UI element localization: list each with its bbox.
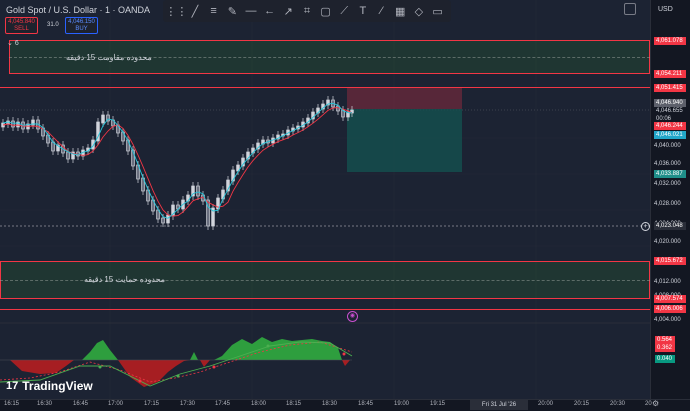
time-tick-label: 16:15 bbox=[4, 401, 20, 407]
tradingview-logo[interactable]: 17 TradingView bbox=[6, 379, 93, 393]
lock-icon[interactable]: ▭ bbox=[430, 3, 446, 19]
brush-icon[interactable]: ✎ bbox=[224, 3, 240, 19]
highlighter-icon[interactable]: ⁄ bbox=[374, 3, 390, 19]
price-tick-label: 4,012.000 bbox=[654, 279, 681, 285]
price-badge: 4,051.415 bbox=[654, 84, 686, 92]
moving-average-slow bbox=[2, 107, 353, 217]
menu-icon[interactable]: ⋮⋮ bbox=[165, 3, 187, 19]
price-tick-label: 4,004.000 bbox=[654, 317, 681, 323]
fullscreen-icon[interactable] bbox=[624, 3, 636, 15]
price-badge: 4,033.887 bbox=[654, 170, 686, 178]
rectangle-icon[interactable]: ▢ bbox=[318, 3, 334, 19]
price-tick-label: 4,040.000 bbox=[654, 143, 681, 149]
moving-average-fast bbox=[2, 102, 352, 219]
price-tick-label: 4,032.000 bbox=[654, 181, 681, 187]
date-badge: Fri 31 Jul '26 bbox=[470, 400, 528, 410]
time-tick-label: 17:00 bbox=[108, 401, 124, 407]
price-badge: 4,054.211 bbox=[654, 70, 686, 78]
time-tick-label: 19:00 bbox=[394, 401, 410, 407]
crosshair-add-icon[interactable]: + bbox=[641, 222, 650, 231]
time-tick-label: 20:00 bbox=[538, 401, 554, 407]
time-tick-label: 18:00 bbox=[251, 401, 267, 407]
time-tick-label: 16:30 bbox=[37, 401, 53, 407]
price-badge: 4,061.078 bbox=[654, 37, 686, 45]
price-badge: 4,046.940 bbox=[654, 99, 686, 107]
candle-body bbox=[66, 151, 70, 160]
eraser-icon[interactable]: ▦ bbox=[392, 3, 408, 19]
price-badge: 4,046.244 bbox=[654, 122, 686, 130]
time-tick-label: 18:45 bbox=[358, 401, 374, 407]
sell-price: 4,045.840 bbox=[8, 19, 35, 25]
candle-body bbox=[166, 214, 170, 224]
chevron-down-icon: ⌄ bbox=[7, 40, 13, 47]
sell-button[interactable]: 4,045.840 SELL bbox=[5, 17, 38, 34]
resistance-line[interactable] bbox=[0, 87, 650, 88]
time-tick-label: 18:30 bbox=[322, 401, 338, 407]
indicator-count: 6 bbox=[14, 40, 19, 47]
fib-icon[interactable]: ≡ bbox=[206, 3, 222, 19]
price-badge: 4,046.655 bbox=[654, 107, 686, 115]
pen-icon[interactable]: ↗ bbox=[280, 3, 296, 19]
price-badge: 4,006.006 bbox=[654, 305, 686, 313]
text-icon[interactable]: T bbox=[355, 3, 371, 19]
time-tick-label: 16:45 bbox=[73, 401, 89, 407]
alert-icon[interactable]: ◉ bbox=[347, 311, 358, 322]
candle-body bbox=[161, 217, 165, 224]
horizontal-line-icon[interactable]: — bbox=[243, 3, 259, 19]
time-tick-label: 18:15 bbox=[286, 401, 302, 407]
time-tick-label: 17:15 bbox=[144, 401, 160, 407]
price-badge: 4,023.048 bbox=[654, 222, 686, 230]
candle-body bbox=[196, 185, 200, 197]
time-tick-label: 17:30 bbox=[180, 401, 196, 407]
time-tick-label: 17:45 bbox=[215, 401, 231, 407]
price-badge: 4,046.021 bbox=[654, 131, 686, 139]
symbol-title[interactable]: Gold Spot / U.S. Dollar · 1 · OANDA bbox=[6, 5, 150, 15]
measure-icon[interactable]: ⌗ bbox=[299, 3, 315, 19]
price-badge: 4,015.672 bbox=[654, 257, 686, 265]
candle-body bbox=[11, 120, 15, 128]
time-tick-label: 20:30 bbox=[610, 401, 626, 407]
indicator-value-badge: 0.040 bbox=[655, 355, 675, 363]
price-tick-label: 4,036.000 bbox=[654, 161, 681, 167]
buy-button[interactable]: 4,046.150 BUY bbox=[65, 17, 98, 34]
arrow-icon[interactable]: ← bbox=[262, 3, 278, 19]
time-tick-label: 19:15 bbox=[430, 401, 446, 407]
path-icon[interactable]: ⟋ bbox=[336, 3, 352, 19]
currency-label[interactable]: USD bbox=[658, 6, 673, 13]
price-tick-label: 4,028.000 bbox=[654, 201, 681, 207]
settings-gear-icon[interactable]: ⚙ bbox=[652, 399, 659, 408]
logo-mark: 17 bbox=[6, 380, 19, 392]
tradingview-app: محدوده مقاومت 15 دقیقه محدوده حمایت 15 د… bbox=[0, 0, 690, 411]
time-tick-label: 20:15 bbox=[574, 401, 590, 407]
resistance-zone-label: محدوده مقاومت 15 دقیقه bbox=[66, 53, 152, 62]
trend-line-icon[interactable]: ╱ bbox=[187, 3, 203, 19]
support-line[interactable] bbox=[0, 309, 650, 310]
price-tick-label: 4,020.000 bbox=[654, 239, 681, 245]
support-zone-label: محدوده حمایت 15 دقیقه bbox=[84, 275, 166, 284]
brand-name: TradingView bbox=[22, 379, 93, 393]
indicators-collapse[interactable]: ⌄ 6 bbox=[7, 39, 19, 47]
indicator-value-badge: 0.564 bbox=[655, 336, 675, 344]
take-profit-zone bbox=[347, 109, 462, 172]
time-tick-label: 20 bbox=[645, 401, 652, 407]
buy-price: 4,046.150 bbox=[68, 19, 95, 25]
stop-loss-zone bbox=[347, 88, 462, 109]
buy-label: BUY bbox=[75, 26, 88, 32]
drawing-toolbar: ⋮⋮ ╱ ≡ ✎ — ← ↗ ⌗ ▢ ⟋ T ⁄ ▦ ◇ ▭ bbox=[163, 0, 451, 22]
hide-icon[interactable]: ◇ bbox=[411, 3, 427, 19]
spread-value: 31.0 bbox=[47, 22, 59, 28]
candle-body bbox=[101, 114, 105, 124]
indicator-value-badge: 0.362 bbox=[655, 344, 675, 352]
price-badge: 4,007.574 bbox=[654, 295, 686, 303]
sell-label: SELL bbox=[14, 26, 29, 32]
